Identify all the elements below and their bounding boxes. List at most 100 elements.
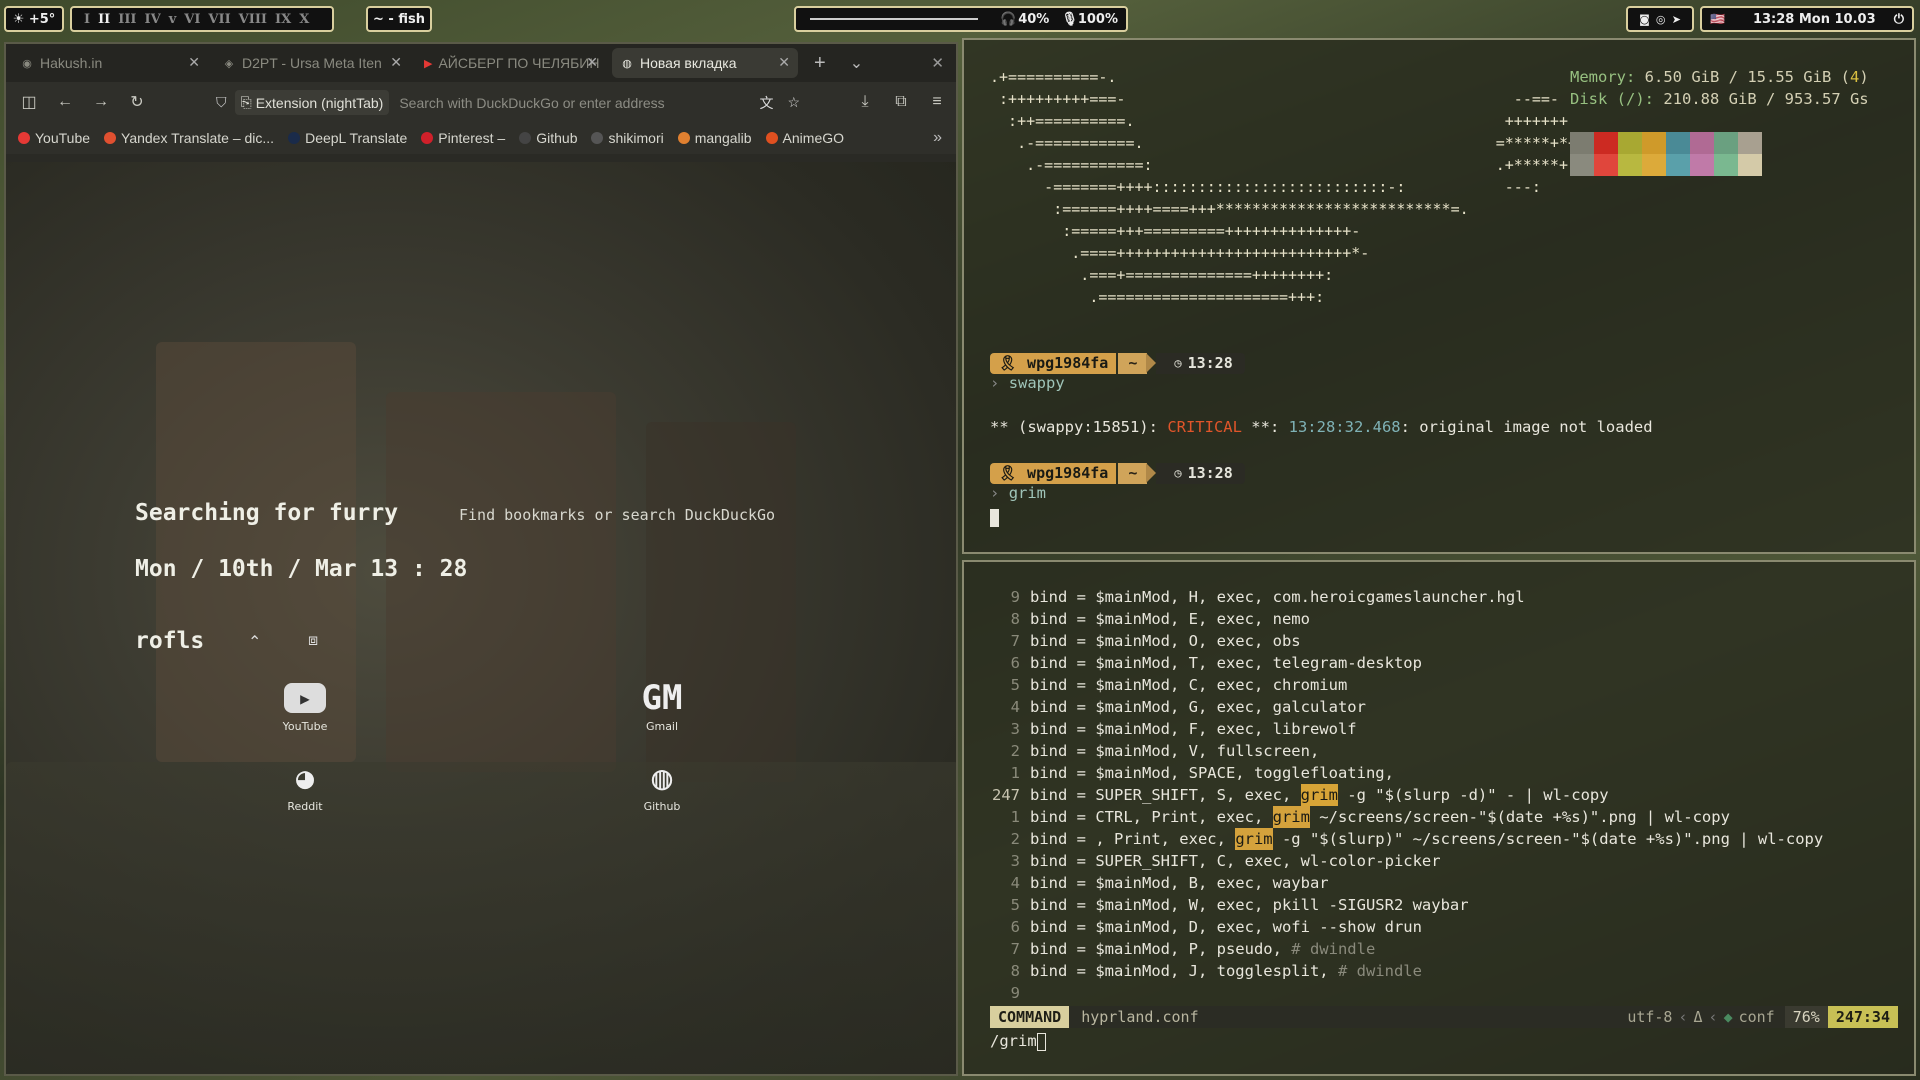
- code-line: 8 bind = $mainMod, E, exec, nemo: [990, 608, 1823, 630]
- filetype: conf: [1738, 1008, 1775, 1026]
- close-icon[interactable]: ✕: [778, 54, 790, 71]
- flag-icon[interactable]: 🇺🇸: [1710, 12, 1725, 26]
- bookmarks-overflow-icon[interactable]: »: [933, 129, 942, 147]
- tab-d2pt[interactable]: ◈ D2PT - Ursa Meta Iten ✕: [214, 48, 410, 78]
- workspace-7[interactable]: VII: [208, 12, 230, 27]
- forward-icon[interactable]: →: [88, 89, 114, 115]
- terminal-fastfetch[interactable]: .+==========-. :+++++++++===- --==- :++=…: [962, 38, 1916, 554]
- workspace-9[interactable]: IX: [275, 12, 291, 27]
- nighttab-search-title[interactable]: Searching for furry: [135, 500, 398, 526]
- reddit-icon: ◕: [295, 760, 315, 796]
- reload-icon[interactable]: ↻: [124, 89, 150, 115]
- code-text: bind = $mainMod, O, exec, obs: [1030, 632, 1301, 650]
- memory-value: 6.50 GiB / 15.55 GiB (: [1644, 68, 1850, 86]
- tile-youtube[interactable]: ▶ YouTube: [250, 676, 360, 733]
- tab-label: АЙСБЕРГ ПО ЧЕЛЯБИН: [438, 55, 600, 71]
- download-icon[interactable]: ⤓: [852, 89, 878, 115]
- tab-list-button[interactable]: ⌄: [850, 53, 863, 73]
- bookmark-6[interactable]: shikimori: [591, 130, 664, 146]
- workspace-1[interactable]: I: [84, 12, 90, 27]
- close-icon[interactable]: ✕: [390, 54, 402, 71]
- nighttab-search-input[interactable]: Find bookmarks or search DuckDuckGo: [459, 506, 775, 524]
- discord-icon[interactable]: ◙: [1639, 13, 1650, 26]
- close-icon[interactable]: ✕: [188, 54, 200, 71]
- line-number: 247: [992, 786, 1020, 804]
- code-text: bind = $mainMod, G, exec, galculator: [1030, 698, 1366, 716]
- open-all-icon[interactable]: ⧈: [308, 632, 318, 650]
- volume-text[interactable]: 40%: [1018, 12, 1049, 27]
- vim-command-line[interactable]: /grim: [990, 1032, 1046, 1051]
- bookmark-5[interactable]: Github: [519, 130, 577, 146]
- workspace-3[interactable]: III: [118, 12, 136, 27]
- workspace-6[interactable]: VI: [184, 12, 200, 27]
- extensions-icon[interactable]: ⧉: [888, 89, 914, 115]
- steam-icon[interactable]: ◎: [1656, 13, 1666, 26]
- nighttab-date-clock: Mon / 10th / Mar 13 : 28: [135, 556, 468, 582]
- tab-iceberg[interactable]: ▶ АЙСБЕРГ ПО ЧЕЛЯБИН ✕: [416, 48, 606, 78]
- code-text: -g "$(slurp)" ~/screens/screen-"$(date +…: [1272, 830, 1824, 848]
- back-icon[interactable]: ←: [52, 89, 78, 115]
- editor-buffer[interactable]: 9 bind = $mainMod, H, exec, com.heroicgam…: [990, 586, 1823, 1004]
- active-window-title: ~ - fish: [366, 6, 432, 32]
- bookmark-star-icon[interactable]: ☆: [787, 94, 800, 111]
- tile-gmail[interactable]: GM Gmail: [607, 676, 717, 733]
- workspace-2[interactable]: II: [98, 12, 110, 27]
- tab-favicon-icon: ◈: [224, 57, 234, 70]
- media-progress[interactable]: [810, 18, 978, 20]
- color-swatch: [1690, 132, 1714, 154]
- bookmark-2[interactable]: Yandex Translate – dic...: [104, 130, 274, 146]
- telegram-icon[interactable]: ➤: [1672, 13, 1681, 26]
- navigation-bar: ◫ ← → ↻ ⛉ ⎘ Extension (nightTab) Search w…: [6, 82, 956, 122]
- new-tab-button[interactable]: +: [814, 52, 826, 75]
- code-text: bind = CTRL, Print, exec,: [1030, 808, 1273, 826]
- bookmark-label: AnimeGO: [782, 130, 845, 146]
- weather-widget[interactable]: ☀ +5°: [4, 6, 64, 32]
- mic-text[interactable]: 100%: [1078, 12, 1118, 27]
- system-info: Memory: 6.50 GiB / 15.55 GiB (4) Disk (/…: [1570, 66, 1869, 110]
- error-timestamp: 13:28:32.468: [1288, 418, 1401, 436]
- file-name: hyprland.conf: [1081, 1008, 1199, 1026]
- workspace-4[interactable]: IV: [145, 12, 161, 27]
- power-icon[interactable]: ⏻: [1894, 12, 1904, 27]
- close-window-button[interactable]: ✕: [931, 54, 944, 72]
- shield-icon[interactable]: ⛉: [216, 94, 227, 111]
- disk-value: 210.88 GiB / 953.57 Gs: [1663, 90, 1869, 108]
- code-line: 5 bind = $mainMod, C, exec, chromium: [990, 674, 1823, 696]
- terminal-vim[interactable]: 9 bind = $mainMod, H, exec, com.heroicgam…: [962, 560, 1916, 1076]
- code-text: bind = $mainMod, J, togglesplit,: [1030, 962, 1338, 980]
- tab-label: Новая вкладка: [640, 55, 737, 71]
- terminal-cursor[interactable]: [990, 508, 999, 527]
- bookmark-8[interactable]: AnimeGO: [765, 130, 845, 146]
- collapse-icon[interactable]: ⌃: [248, 632, 261, 652]
- color-swatch: [1570, 154, 1594, 176]
- sidebar-toggle-icon[interactable]: ◫: [16, 89, 42, 115]
- line-number: 5: [1010, 896, 1020, 914]
- color-swatch: [1642, 132, 1666, 154]
- bookmark-1[interactable]: YouTube: [18, 130, 90, 146]
- clock-text[interactable]: 13:28 Mon 10.03: [1753, 12, 1876, 27]
- code-line: 4 bind = $mainMod, G, exec, galculator: [990, 696, 1823, 718]
- prompt-user-text: wpg1984fa: [1027, 354, 1109, 372]
- tile-github[interactable]: ◍ Github: [607, 756, 717, 813]
- workspace-5[interactable]: v: [169, 12, 177, 27]
- color-swatch: [1738, 154, 1762, 176]
- close-icon[interactable]: ✕: [586, 54, 598, 71]
- code-line: 1 bind = $mainMod, SPACE, togglefloating,: [990, 762, 1823, 784]
- bookmark-4[interactable]: Pinterest –: [421, 130, 505, 146]
- command-input: /grim: [990, 1032, 1037, 1050]
- extension-badge[interactable]: ⎘ Extension (nightTab): [234, 90, 390, 115]
- tile-reddit[interactable]: ◕ Reddit: [250, 756, 360, 814]
- tile-label: Gmail: [645, 720, 679, 733]
- url-bar[interactable]: ⛉ ⎘ Extension (nightTab) Search with Duck…: [216, 89, 806, 116]
- bookmark-3[interactable]: DeepL Translate: [288, 130, 407, 146]
- tab-hakushin[interactable]: ◉ Hakush.in ✕: [12, 48, 208, 78]
- bookmark-7[interactable]: mangalib: [677, 130, 752, 146]
- workspace-10[interactable]: X: [299, 12, 309, 27]
- workspace-8[interactable]: VIII: [239, 12, 267, 27]
- error-level: CRITICAL: [1167, 418, 1242, 436]
- translate-icon[interactable]: 文: [759, 93, 773, 113]
- menu-icon[interactable]: ≡: [924, 89, 950, 115]
- line-number: 7: [1010, 632, 1020, 650]
- tab-new-tab[interactable]: ◍ Новая вкладка ✕: [612, 48, 798, 78]
- memory-label: Memory:: [1570, 68, 1636, 86]
